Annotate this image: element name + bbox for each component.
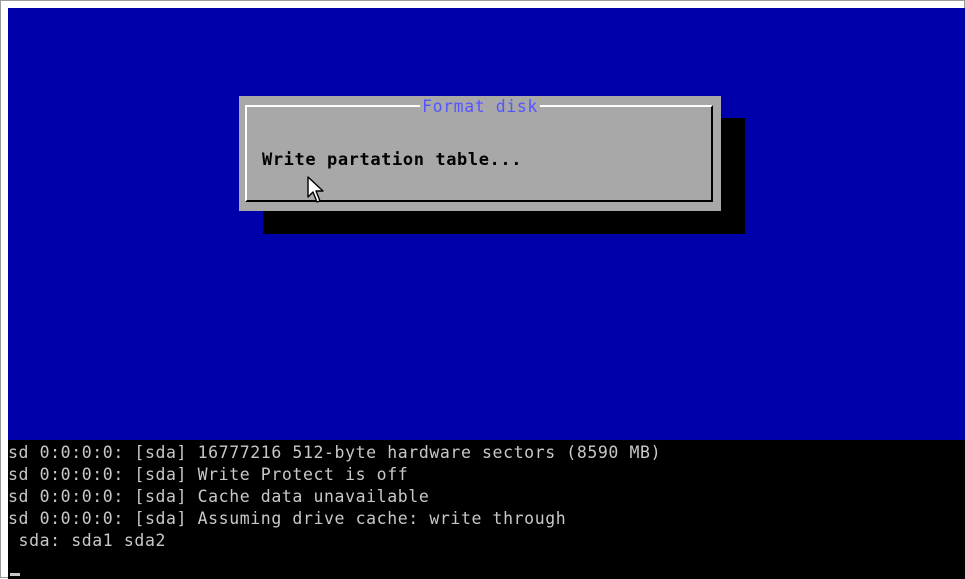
- dialog-message: Write partation table...: [262, 150, 523, 170]
- console-line: sd 0:0:0:0: [sda] Write Protect is off: [8, 465, 409, 484]
- text-mode-screen: Format disk Write partation table... sd …: [8, 8, 965, 579]
- dialog-title-text: Format disk: [420, 97, 540, 116]
- console-line: sd 0:0:0:0: [sda] Cache data unavailable: [8, 487, 430, 506]
- console-line: sd 0:0:0:0: [sda] 16777216 512-byte hard…: [8, 443, 662, 462]
- mouse-pointer-icon: [307, 176, 324, 203]
- vm-window-frame: Format disk Write partation table... sd …: [0, 0, 965, 579]
- console-line: sd 0:0:0:0: [sda] Assuming drive cache: …: [8, 509, 567, 528]
- kernel-console: sd 0:0:0:0: [sda] 16777216 512-byte hard…: [8, 440, 965, 579]
- text-cursor: [10, 573, 20, 576]
- dialog-title: Format disk: [239, 97, 721, 117]
- console-line: sda: sda1 sda2: [8, 531, 167, 550]
